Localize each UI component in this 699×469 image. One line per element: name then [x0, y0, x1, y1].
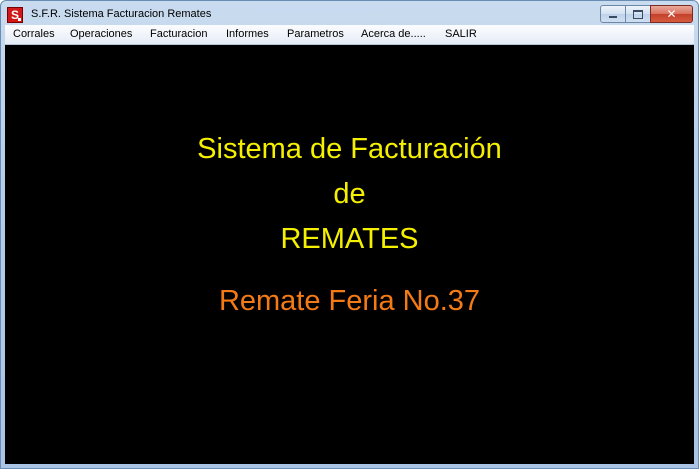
- maximize-button[interactable]: [625, 5, 651, 23]
- splash-title-line2: de: [333, 178, 366, 210]
- app-logo-dot: [18, 18, 21, 21]
- menu-acerca-de[interactable]: Acerca de.....: [361, 28, 426, 40]
- splash-title-line1: Sistema de Facturación: [197, 133, 502, 165]
- minimize-button[interactable]: [600, 5, 626, 23]
- maximize-icon: [633, 9, 643, 19]
- title-bar[interactable]: S S.F.R. Sistema Facturacion Remates ✕: [1, 1, 698, 25]
- close-button[interactable]: ✕: [650, 5, 693, 23]
- menu-facturacion[interactable]: Facturacion: [150, 28, 207, 40]
- splash-title-line3: REMATES: [280, 223, 419, 255]
- menu-corrales[interactable]: Corrales: [13, 28, 55, 40]
- app-logo-icon[interactable]: S: [7, 7, 23, 23]
- menu-operaciones[interactable]: Operaciones: [70, 28, 132, 40]
- menu-informes[interactable]: Informes: [226, 28, 269, 40]
- splash-subtitle: Remate Feria No.37: [218, 285, 481, 317]
- menu-parametros[interactable]: Parametros: [287, 28, 344, 40]
- splash-area: Sistema de Facturación de REMATES Remate…: [5, 45, 694, 464]
- close-icon: ✕: [666, 7, 677, 21]
- app-window: S S.F.R. Sistema Facturacion Remates ✕ C…: [0, 0, 699, 469]
- menu-bar: Corrales Operaciones Facturacion Informe…: [5, 25, 694, 45]
- menu-salir[interactable]: SALIR: [445, 28, 477, 40]
- minimize-icon: [609, 16, 617, 18]
- window-title: S.F.R. Sistema Facturacion Remates: [31, 8, 212, 20]
